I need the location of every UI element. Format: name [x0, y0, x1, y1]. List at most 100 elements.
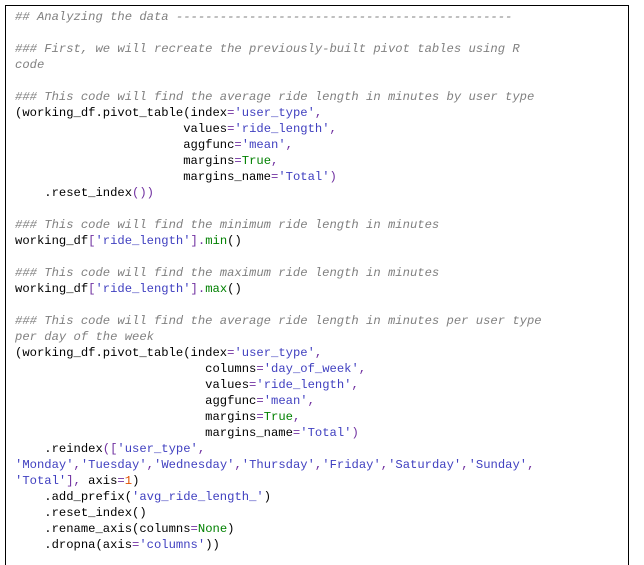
code-token: (axis	[95, 538, 133, 552]
code-token: True	[263, 410, 293, 424]
code-token: margins	[15, 154, 235, 168]
code-token: (working_df.pivot_table(index	[15, 106, 228, 120]
code-token: ,	[73, 458, 81, 472]
code-token: (columns	[132, 522, 191, 536]
code-token: ,	[146, 458, 154, 472]
code-token: 1	[124, 474, 133, 488]
comment-text: ### First, we will recreate the previous…	[15, 42, 520, 56]
code-line-pivot2-values: values='ride_length',	[15, 377, 627, 393]
code-token: .add_prefix	[15, 490, 125, 504]
code-token: 'Total'	[300, 426, 352, 440]
code-line-addprefix: .add_prefix('avg_ride_length_')	[15, 489, 627, 505]
comment-text: ## Analyzing the data ------------------…	[15, 10, 513, 24]
code-line-pivot2-aggfunc: aggfunc='mean',	[15, 393, 627, 409]
code-token: 'day_of_week'	[263, 362, 359, 376]
code-token: 'user_type'	[234, 346, 315, 360]
code-token: ,	[271, 154, 279, 168]
code-token: values	[15, 378, 250, 392]
code-line-comment-max: ### This code will find the maximum ride…	[15, 265, 627, 281]
code-token: =	[234, 138, 242, 152]
code-token: ,	[307, 394, 315, 408]
code-token: ()	[227, 282, 242, 296]
code-token: 'mean'	[241, 138, 286, 152]
code-line-heading-analyzing: ## Analyzing the data ------------------…	[15, 9, 627, 25]
code-token: 'Total'	[15, 474, 67, 488]
code-token: 'Wednesday'	[154, 458, 235, 472]
code-line-reindex-weekdays: 'Monday','Tuesday','Wednesday','Thursday…	[15, 457, 627, 473]
code-token: ,	[527, 458, 535, 472]
code-token: 'Saturday'	[388, 458, 462, 472]
code-token: ,	[358, 362, 367, 376]
code-token: )	[263, 490, 272, 504]
code-token: =	[256, 410, 264, 424]
code-line-dropna: .dropna(axis='columns'))	[15, 537, 627, 553]
code-token: margins_name	[15, 170, 271, 184]
code-line-pivot1-resetindex: .reset_index())	[15, 185, 627, 201]
code-listing[interactable]: ## Analyzing the data ------------------…	[15, 9, 627, 553]
code-token: )	[329, 170, 337, 184]
comment-text: ### This code will find the average ride…	[15, 314, 542, 328]
code-token: values	[15, 122, 228, 136]
code-token: .rename_axis	[15, 522, 133, 536]
code-line-pivot1-aggfunc: aggfunc='mean',	[15, 137, 627, 153]
code-token: ))	[205, 538, 220, 552]
comment-text: per day of the week	[15, 330, 154, 344]
code-line-pivot1-values: values='ride_length',	[15, 121, 627, 137]
code-token: .reset_index	[15, 186, 133, 200]
code-token: margins	[15, 410, 257, 424]
code-token: =	[190, 522, 198, 536]
code-token: ].	[190, 234, 206, 248]
code-token: .reset_index	[15, 506, 133, 520]
code-line-pivot2-columns: columns='day_of_week',	[15, 361, 627, 377]
code-line-comment-recreate-2: code	[15, 57, 627, 73]
code-line-pivot1-margins: margins=True,	[15, 153, 627, 169]
code-block-frame: ## Analyzing the data ------------------…	[5, 5, 629, 565]
code-token: ,	[197, 442, 206, 456]
code-token: .dropna	[15, 538, 96, 552]
code-line-pivot2-margins: margins=True,	[15, 409, 627, 425]
code-line-max-expr: working_df['ride_length'].max()	[15, 281, 627, 297]
code-token: ],	[66, 474, 81, 488]
code-line-reindex-total-axis: 'Total'], axis=1)	[15, 473, 627, 489]
code-token: ,	[314, 346, 323, 360]
code-token: ,	[351, 378, 359, 392]
code-token: 'Monday'	[15, 458, 74, 472]
code-token: ,	[380, 458, 389, 472]
code-token: True	[241, 154, 272, 168]
code-token: ,	[461, 458, 469, 472]
code-token: 'ride_length'	[95, 282, 191, 296]
code-line-pivot2-marginsname: margins_name='Total')	[15, 425, 627, 441]
code-token: ,	[314, 106, 323, 120]
comment-text: ### This code will find the maximum ride…	[15, 266, 440, 280]
code-token: =	[234, 154, 242, 168]
code-token: 'ride_length'	[256, 378, 352, 392]
code-token: 'mean'	[263, 394, 308, 408]
code-token: 'avg_ride_length_'	[132, 490, 264, 504]
comment-text: ### This code will find the average ride…	[15, 90, 535, 104]
code-token: 'columns'	[139, 538, 206, 552]
code-token: ()	[132, 506, 147, 520]
code-token: working_df	[15, 234, 89, 248]
code-token: ())	[132, 186, 154, 200]
code-token: (	[124, 490, 133, 504]
code-token: margins_name	[15, 426, 293, 440]
code-line-comment-avg-per-day-2: per day of the week	[15, 329, 627, 345]
code-token: working_df	[15, 282, 89, 296]
code-token: 'ride_length'	[95, 234, 191, 248]
code-token: 'Tuesday'	[80, 458, 147, 472]
code-line-renameaxis: .rename_axis(columns=None)	[15, 521, 627, 537]
code-token: ,	[285, 138, 293, 152]
code-token: 'user_type'	[234, 106, 315, 120]
code-token: axis	[80, 474, 118, 488]
code-token: =	[117, 474, 125, 488]
code-line-comment-avg-by-usertype: ### This code will find the average ride…	[15, 89, 627, 105]
code-line-pivot1-open: (working_df.pivot_table(index='user_type…	[15, 105, 627, 121]
code-token: )	[227, 522, 235, 536]
code-token: (working_df.pivot_table(index	[15, 346, 228, 360]
code-token: ([	[102, 442, 118, 456]
code-token: 'Friday'	[322, 458, 381, 472]
